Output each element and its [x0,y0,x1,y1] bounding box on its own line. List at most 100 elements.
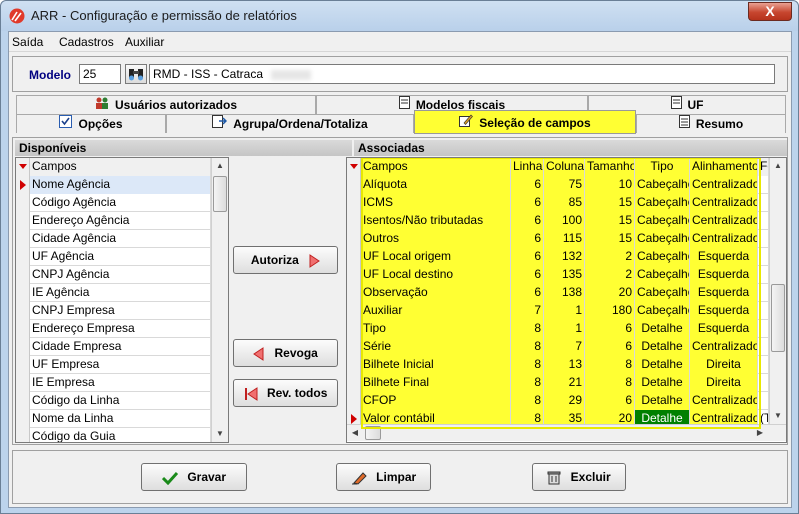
table-row[interactable]: UF Local destino 6 135 2 Cabeçalho Esquerda [347,266,769,284]
table-cell[interactable]: Centralizado [690,212,758,230]
table-cell[interactable]: Bilhete Inicial [361,356,511,374]
table-cell-extra[interactable] [758,284,769,302]
tab-agrupa-ordena-totaliza[interactable]: Agrupa/Ordena/Totaliza [166,114,414,133]
tab-resumo[interactable]: Resumo [636,114,786,133]
associated-grid[interactable]: Campos Linha Coluna Tamanho Tipo Alinhamento F… [346,157,787,443]
table-cell[interactable]: 6 [511,176,544,194]
table-cell-extra[interactable] [758,392,769,410]
table-cell[interactable]: 21 [544,374,585,392]
scroll-up-icon[interactable]: ▲ [770,158,786,174]
column-header[interactable]: Campos [361,158,511,176]
table-cell[interactable]: 10 [585,176,635,194]
rev-todos-button[interactable]: Rev. todos [233,379,338,407]
table-cell[interactable]: 6 [585,392,635,410]
column-header[interactable]: Tipo [635,158,690,176]
table-cell[interactable]: 6 [511,230,544,248]
menu-cadastros[interactable]: Cadastros [59,35,114,49]
table-cell[interactable]: 7 [544,338,585,356]
table-cell[interactable]: 2 [585,248,635,266]
table-cell[interactable]: 132 [544,248,585,266]
table-cell[interactable]: Isentos/Não tributadas [361,212,511,230]
table-cell[interactable]: 135 [544,266,585,284]
table-cell[interactable]: Série [361,338,511,356]
table-cell[interactable]: Observação [361,284,511,302]
scroll-right-icon[interactable]: ▶ [752,425,768,441]
list-item[interactable]: CNPJ Empresa [16,302,211,320]
tab-selecao-de-campos[interactable]: Seleção de campos [414,110,636,134]
table-row[interactable]: Auxiliar 7 1 180 Cabeçalho Esquerda [347,302,769,320]
table-cell[interactable]: UF Local origem [361,248,511,266]
table-cell[interactable]: Esquerda [690,320,758,338]
table-cell[interactable]: Alíquota [361,176,511,194]
table-cell[interactable]: 8 [511,392,544,410]
table-cell[interactable]: Centralizado [690,230,758,248]
table-cell[interactable]: Detalhe [635,356,690,374]
table-cell[interactable]: 100 [544,212,585,230]
associated-scrollbar[interactable]: ▲ ▼ [769,158,786,424]
table-cell[interactable]: Esquerda [690,284,758,302]
table-row[interactable]: UF Local origem 6 132 2 Cabeçalho Esquerda [347,248,769,266]
table-cell-extra[interactable] [758,176,769,194]
table-cell-extra[interactable] [758,338,769,356]
column-header[interactable]: Linha [511,158,544,176]
table-cell-extra[interactable] [758,248,769,266]
table-cell[interactable]: Auxiliar [361,302,511,320]
table-cell[interactable]: Cabeçalho [635,248,690,266]
table-cell[interactable]: 20 [585,284,635,302]
table-cell[interactable]: 1 [544,320,585,338]
model-name-field[interactable]: RMD - ISS - Catraca [149,64,775,84]
menu-auxiliar[interactable]: Auxiliar [125,35,164,49]
table-row[interactable]: Isentos/Não tributadas 6 100 15 Cabeçalho Cen… [347,212,769,230]
lookup-button[interactable] [125,64,147,84]
table-cell[interactable]: 15 [585,230,635,248]
table-cell[interactable]: 8 [511,320,544,338]
table-cell[interactable]: 1 [544,302,585,320]
table-cell[interactable]: 8 [511,338,544,356]
tab-usuarios-autorizados[interactable]: Usuários autorizados [16,95,316,114]
table-cell[interactable]: Centralizado [690,176,758,194]
table-row[interactable]: Outros 6 115 15 Cabeçalho Centralizado [347,230,769,248]
list-item[interactable]: Código da Linha [16,392,211,410]
table-cell[interactable]: Detalhe [635,338,690,356]
list-item[interactable]: Nome Agência [16,176,211,194]
table-cell-extra[interactable] [758,320,769,338]
hscroll-thumb[interactable] [365,426,381,440]
table-cell[interactable]: 6 [511,194,544,212]
table-cell[interactable]: Bilhete Final [361,374,511,392]
scroll-thumb[interactable] [771,284,785,352]
table-cell[interactable]: Esquerda [690,266,758,284]
list-item[interactable]: Nome da Linha [16,410,211,428]
table-cell[interactable]: Detalhe [635,392,690,410]
table-cell[interactable]: Tipo [361,320,511,338]
table-cell[interactable]: 6 [585,320,635,338]
table-cell[interactable]: Centralizado [690,338,758,356]
column-header[interactable]: Coluna [544,158,585,176]
table-cell-extra[interactable] [758,212,769,230]
table-cell[interactable]: Direita [690,356,758,374]
menu-saida[interactable]: Saída [12,35,43,49]
table-cell[interactable]: 6 [511,212,544,230]
available-grid[interactable]: Campos Nome Agência Código Agência Endereço… [15,157,229,443]
model-code-field[interactable]: 25 [79,64,121,84]
table-cell[interactable]: 8 [511,374,544,392]
excluir-button[interactable]: Excluir [532,463,626,491]
list-item[interactable]: UF Empresa [16,356,211,374]
table-row[interactable]: Série 8 7 6 Detalhe Centralizado [347,338,769,356]
table-cell[interactable]: Detalhe [635,320,690,338]
column-header[interactable]: Tamanho [585,158,635,176]
table-row[interactable]: Bilhete Final 8 21 8 Detalhe Direita [347,374,769,392]
table-cell[interactable]: 6 [511,284,544,302]
column-header[interactable]: Campos [30,158,211,176]
table-cell[interactable]: Direita [690,374,758,392]
table-cell[interactable]: 75 [544,176,585,194]
list-item[interactable]: Cidade Agência [16,230,211,248]
table-cell[interactable]: ICMS [361,194,511,212]
table-cell[interactable]: Cabeçalho [635,284,690,302]
table-cell[interactable]: 15 [585,194,635,212]
table-cell[interactable]: UF Local destino [361,266,511,284]
table-cell-extra[interactable] [758,266,769,284]
tab-opcoes[interactable]: Opções [16,114,166,133]
scroll-down-icon[interactable]: ▼ [212,426,228,442]
revoga-button[interactable]: Revoga [233,339,338,367]
table-row[interactable]: CFOP 8 29 6 Detalhe Centralizado [347,392,769,410]
